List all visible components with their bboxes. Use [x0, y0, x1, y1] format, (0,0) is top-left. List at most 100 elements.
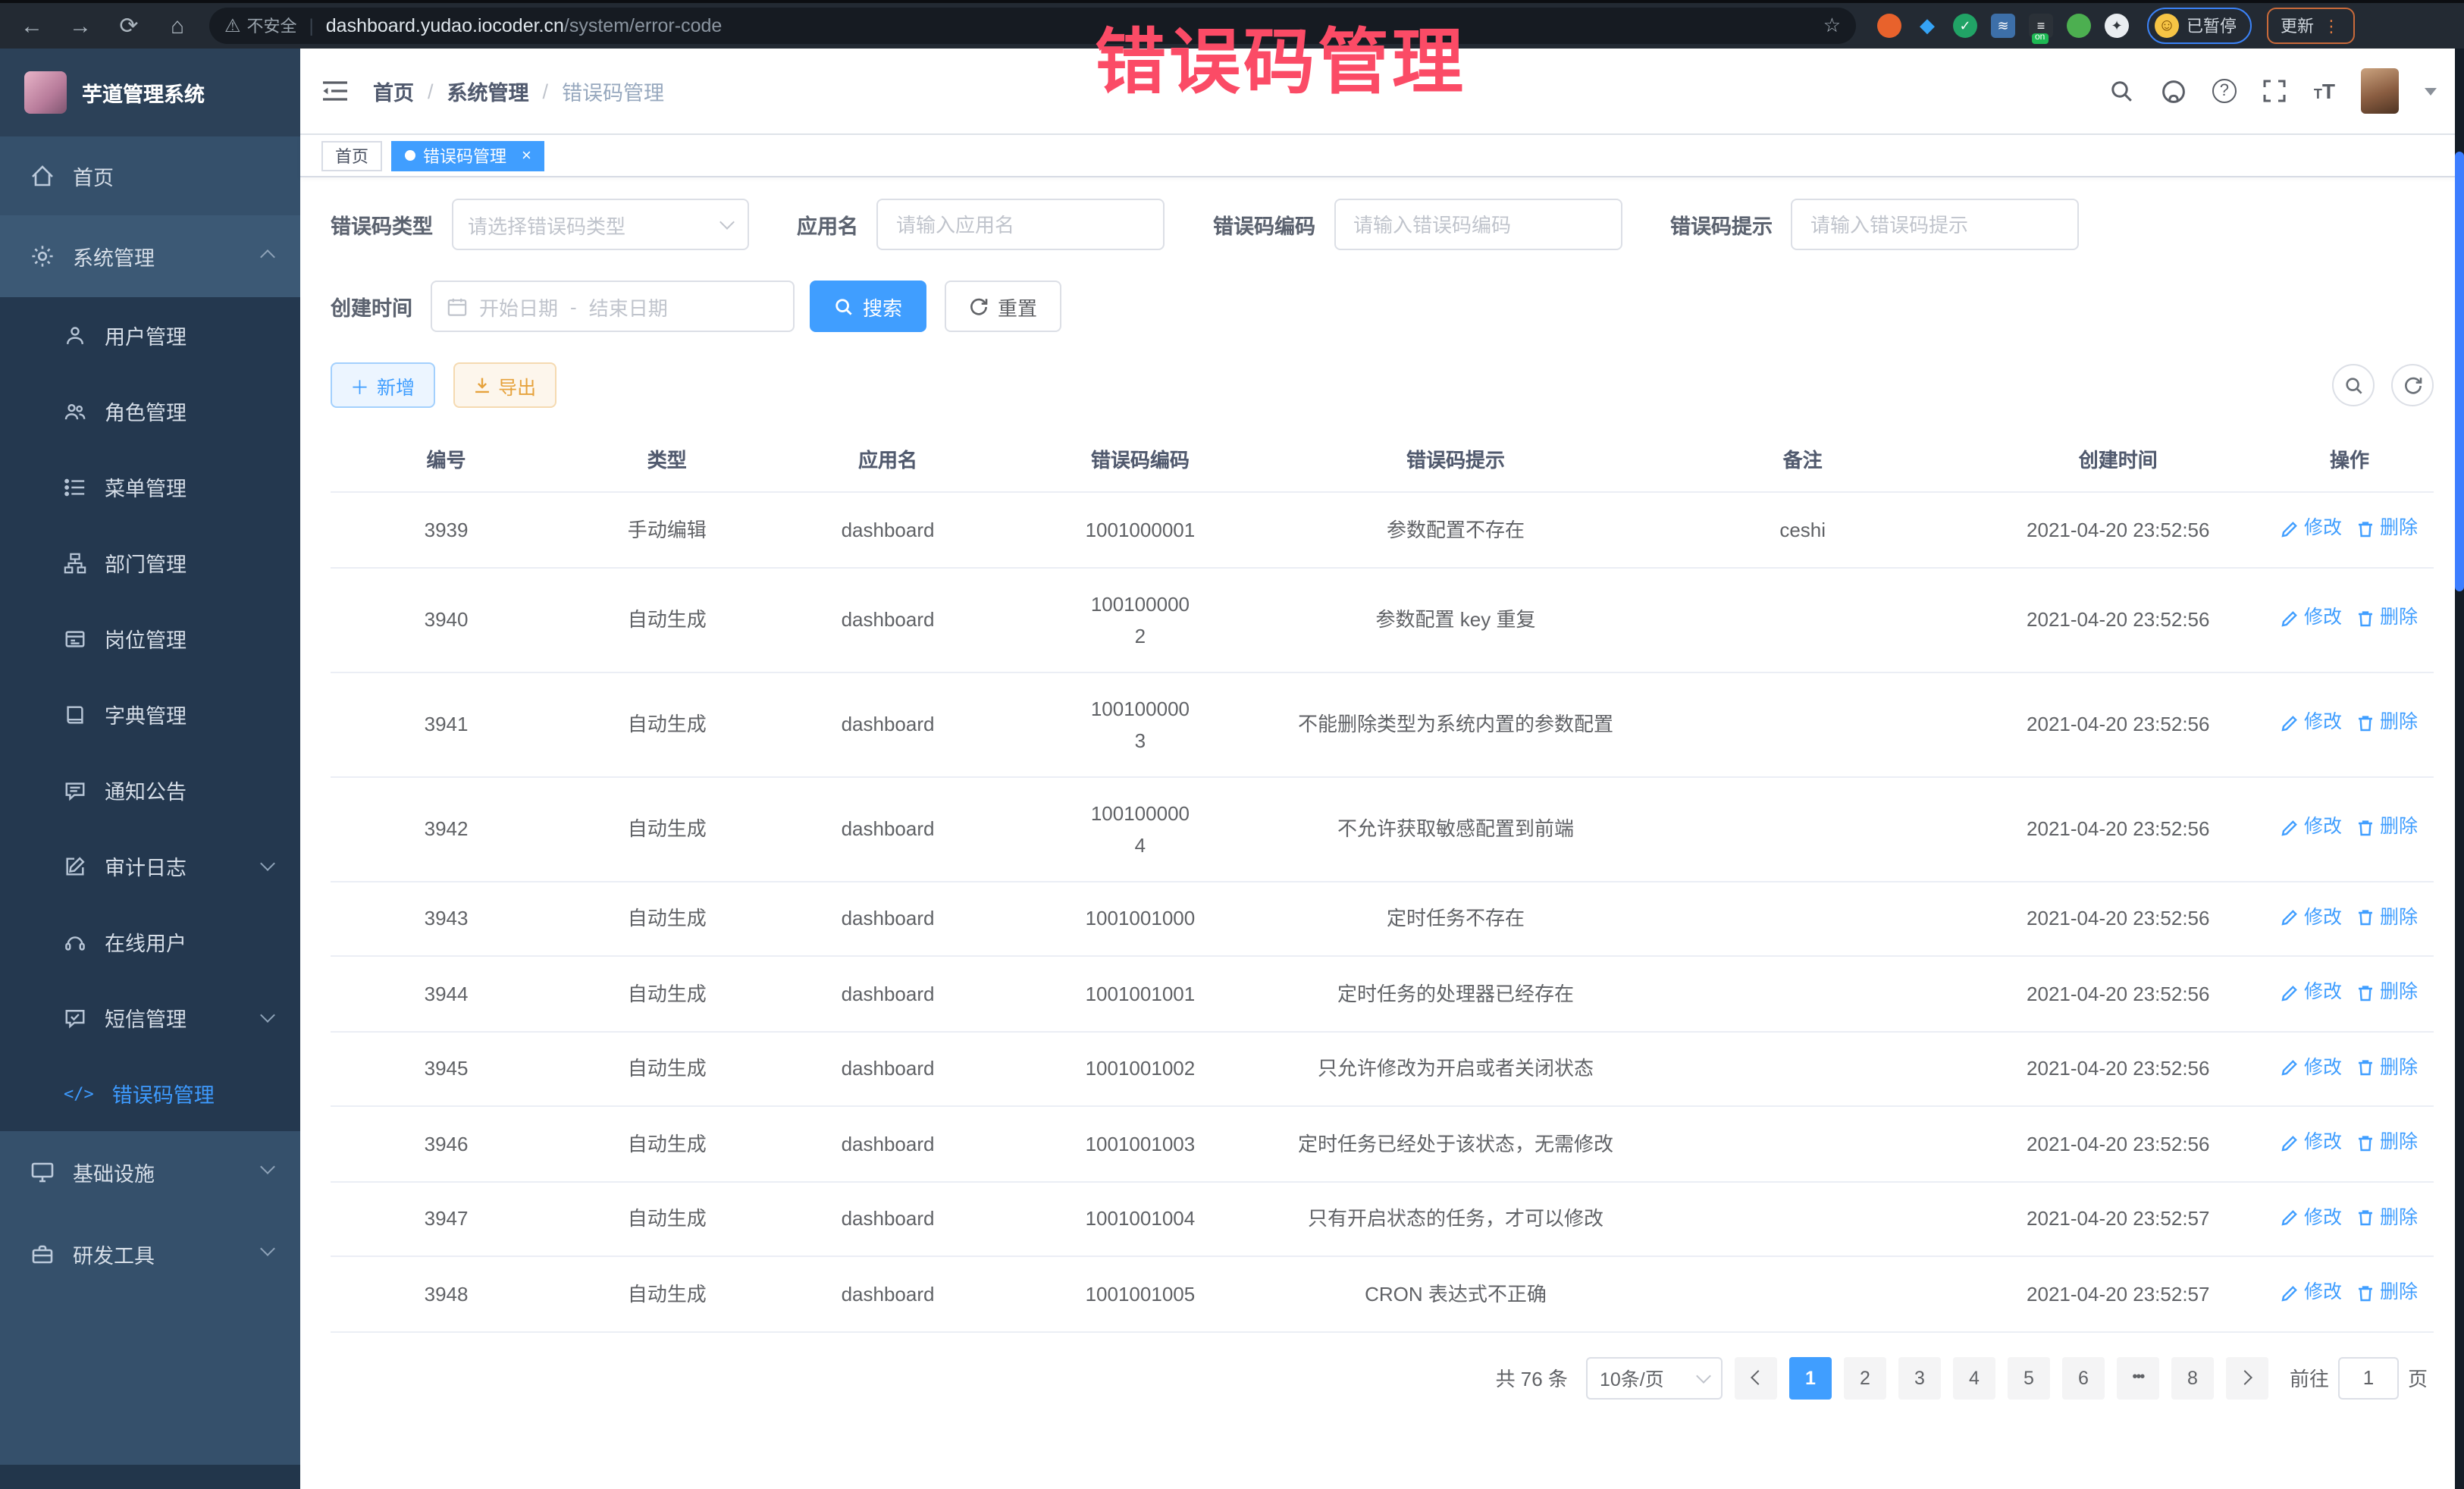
sidebar-item-audit-log[interactable]: 审计日志 — [0, 828, 300, 904]
show-search-button[interactable] — [2332, 364, 2375, 406]
edit-link[interactable]: 修改 — [2281, 901, 2342, 933]
export-button[interactable]: 导出 — [453, 362, 556, 408]
extension-icon-list[interactable]: ≡on — [2029, 14, 2053, 38]
delete-link[interactable]: 删除 — [2357, 812, 2418, 844]
sidebar-item-departments[interactable]: 部门管理 — [0, 525, 300, 600]
prev-page-button[interactable] — [1735, 1356, 1777, 1399]
address-bar[interactable]: ⚠不安全 | dashboard.yudao.iocoder.cn/system… — [209, 8, 1856, 44]
select-placeholder: 请选择错误码类型 — [468, 210, 625, 239]
extension-icon-gem[interactable]: ◆ — [1915, 14, 1939, 38]
hamburger-icon[interactable] — [321, 79, 349, 103]
table-row: 3946自动生成dashboard1001001003定时任务已经处于该状态，无… — [331, 1106, 2434, 1181]
edit-link[interactable]: 修改 — [2281, 1277, 2342, 1309]
edit-link[interactable]: 修改 — [2281, 1202, 2342, 1234]
edit-link[interactable]: 修改 — [2281, 513, 2342, 544]
delete-link[interactable]: 删除 — [2357, 603, 2418, 635]
browser-update-button[interactable]: 更新 ⋮ — [2267, 8, 2355, 44]
error-type-select[interactable]: 请选择错误码类型 — [451, 199, 748, 250]
page-button-3[interactable]: 3 — [1898, 1356, 1941, 1399]
edit-link[interactable]: 修改 — [2281, 1127, 2342, 1158]
delete-link[interactable]: 删除 — [2357, 1127, 2418, 1158]
delete-link[interactable]: 删除 — [2357, 1277, 2418, 1309]
sidebar-item-roles[interactable]: 角色管理 — [0, 373, 300, 449]
forward-icon[interactable]: → — [61, 6, 100, 45]
filter-create-time: 创建时间 开始日期 - 结束日期 — [331, 281, 795, 332]
browser-menu-icon[interactable]: ⋮ — [2323, 16, 2341, 36]
page-button-1[interactable]: 1 — [1789, 1356, 1832, 1399]
page-button-8[interactable]: 8 — [2171, 1356, 2214, 1399]
goto-page-input[interactable] — [2338, 1356, 2399, 1399]
add-button[interactable]: ＋ 新增 — [331, 362, 434, 408]
search-icon[interactable] — [2109, 78, 2135, 104]
date-range-picker[interactable]: 开始日期 - 结束日期 — [431, 281, 795, 332]
sidebar-item-online-users[interactable]: 在线用户 — [0, 904, 300, 980]
breadcrumb-system[interactable]: 系统管理 — [447, 76, 529, 106]
refresh-table-button[interactable] — [2391, 364, 2434, 406]
reload-icon[interactable]: ⟳ — [109, 6, 149, 45]
help-icon[interactable]: ? — [2212, 79, 2237, 103]
sidebar-item-users[interactable]: 用户管理 — [0, 297, 300, 373]
error-msg-input[interactable] — [1807, 212, 2062, 237]
edit-link[interactable]: 修改 — [2281, 707, 2342, 739]
edit-link[interactable]: 修改 — [2281, 1052, 2342, 1083]
security-warning[interactable]: ⚠不安全 — [224, 14, 297, 38]
delete-link[interactable]: 删除 — [2357, 901, 2418, 933]
sidebar-item-label: 部门管理 — [105, 547, 187, 578]
search-button[interactable]: 搜索 — [810, 281, 926, 332]
font-size-icon[interactable]: TT — [2314, 79, 2335, 103]
delete-link[interactable]: 删除 — [2357, 976, 2418, 1008]
trash-icon — [2357, 714, 2375, 732]
sidebar-item-menus[interactable]: 菜单管理 — [0, 449, 300, 525]
extension-icon-green-check[interactable]: ✓ — [1953, 14, 1977, 38]
reset-button[interactable]: 重置 — [945, 281, 1061, 332]
extension-icon-paw[interactable]: ✦ — [2105, 14, 2129, 38]
error-code-input[interactable] — [1350, 212, 1605, 237]
tab-error-code[interactable]: 错误码管理× — [391, 140, 545, 171]
fullscreen-icon[interactable] — [2262, 78, 2288, 104]
page-button-6[interactable]: 6 — [2062, 1356, 2105, 1399]
plus-icon: ＋ — [350, 371, 369, 400]
scrollbar-thumb[interactable] — [2455, 152, 2464, 591]
delete-link[interactable]: 删除 — [2357, 707, 2418, 739]
page-size-select[interactable]: 10条/页 — [1586, 1356, 1723, 1399]
sidebar-item-posts[interactable]: 岗位管理 — [0, 600, 300, 676]
home-icon[interactable]: ⌂ — [158, 6, 197, 45]
edit-link[interactable]: 修改 — [2281, 976, 2342, 1008]
bookmark-star-icon[interactable]: ☆ — [1823, 14, 1841, 38]
app-name-input[interactable] — [893, 212, 1148, 237]
delete-link[interactable]: 删除 — [2357, 1052, 2418, 1083]
sidebar-item-sms[interactable]: 短信管理 — [0, 980, 300, 1055]
edit-link[interactable]: 修改 — [2281, 812, 2342, 844]
user-avatar[interactable] — [2361, 68, 2399, 114]
delete-link[interactable]: 删除 — [2357, 1202, 2418, 1234]
page-scrollbar[interactable] — [2455, 49, 2464, 1489]
page-button-5[interactable]: 5 — [2008, 1356, 2050, 1399]
sidebar-item-devtools[interactable]: 研发工具 — [0, 1213, 300, 1295]
sidebar-item-notices[interactable]: 通知公告 — [0, 752, 300, 828]
filter-label: 错误码提示 — [1670, 209, 1773, 240]
refresh-icon — [2403, 375, 2422, 395]
delete-link[interactable]: 删除 — [2357, 513, 2418, 544]
page-button-2[interactable]: 2 — [1844, 1356, 1886, 1399]
avatar-caret-icon[interactable] — [2425, 87, 2437, 95]
sidebar-item-infrastructure[interactable]: 基础设施 — [0, 1131, 300, 1213]
more-pages-button[interactable]: ••• — [2117, 1356, 2159, 1399]
sidebar-item-error-code[interactable]: </> 错误码管理 — [0, 1055, 300, 1131]
next-page-button[interactable] — [2226, 1356, 2268, 1399]
sidebar-item-dict[interactable]: 字典管理 — [0, 676, 300, 752]
close-icon[interactable]: × — [522, 146, 531, 165]
back-icon[interactable]: ← — [12, 6, 52, 45]
extension-icon-leaf[interactable] — [2067, 14, 2091, 38]
sidebar-submenu: 用户管理 角色管理 菜单管理 部门管理 岗位管理 — [0, 297, 300, 1131]
sidebar-item-system[interactable]: 系统管理 — [0, 215, 300, 297]
extension-icon-orange[interactable] — [1877, 14, 1901, 38]
edit-link[interactable]: 修改 — [2281, 603, 2342, 635]
extension-icon-columns[interactable]: ≋ — [1991, 14, 2015, 38]
page-button-4[interactable]: 4 — [1953, 1356, 1995, 1399]
tab-home[interactable]: 首页 — [321, 140, 382, 171]
github-icon[interactable] — [2161, 78, 2187, 104]
breadcrumb-home[interactable]: 首页 — [373, 76, 414, 106]
sidebar-item-home[interactable]: 首页 — [0, 136, 300, 215]
profile-paused-badge[interactable]: ☺ 已暂停 — [2147, 8, 2252, 44]
announcement-icon — [64, 779, 86, 801]
